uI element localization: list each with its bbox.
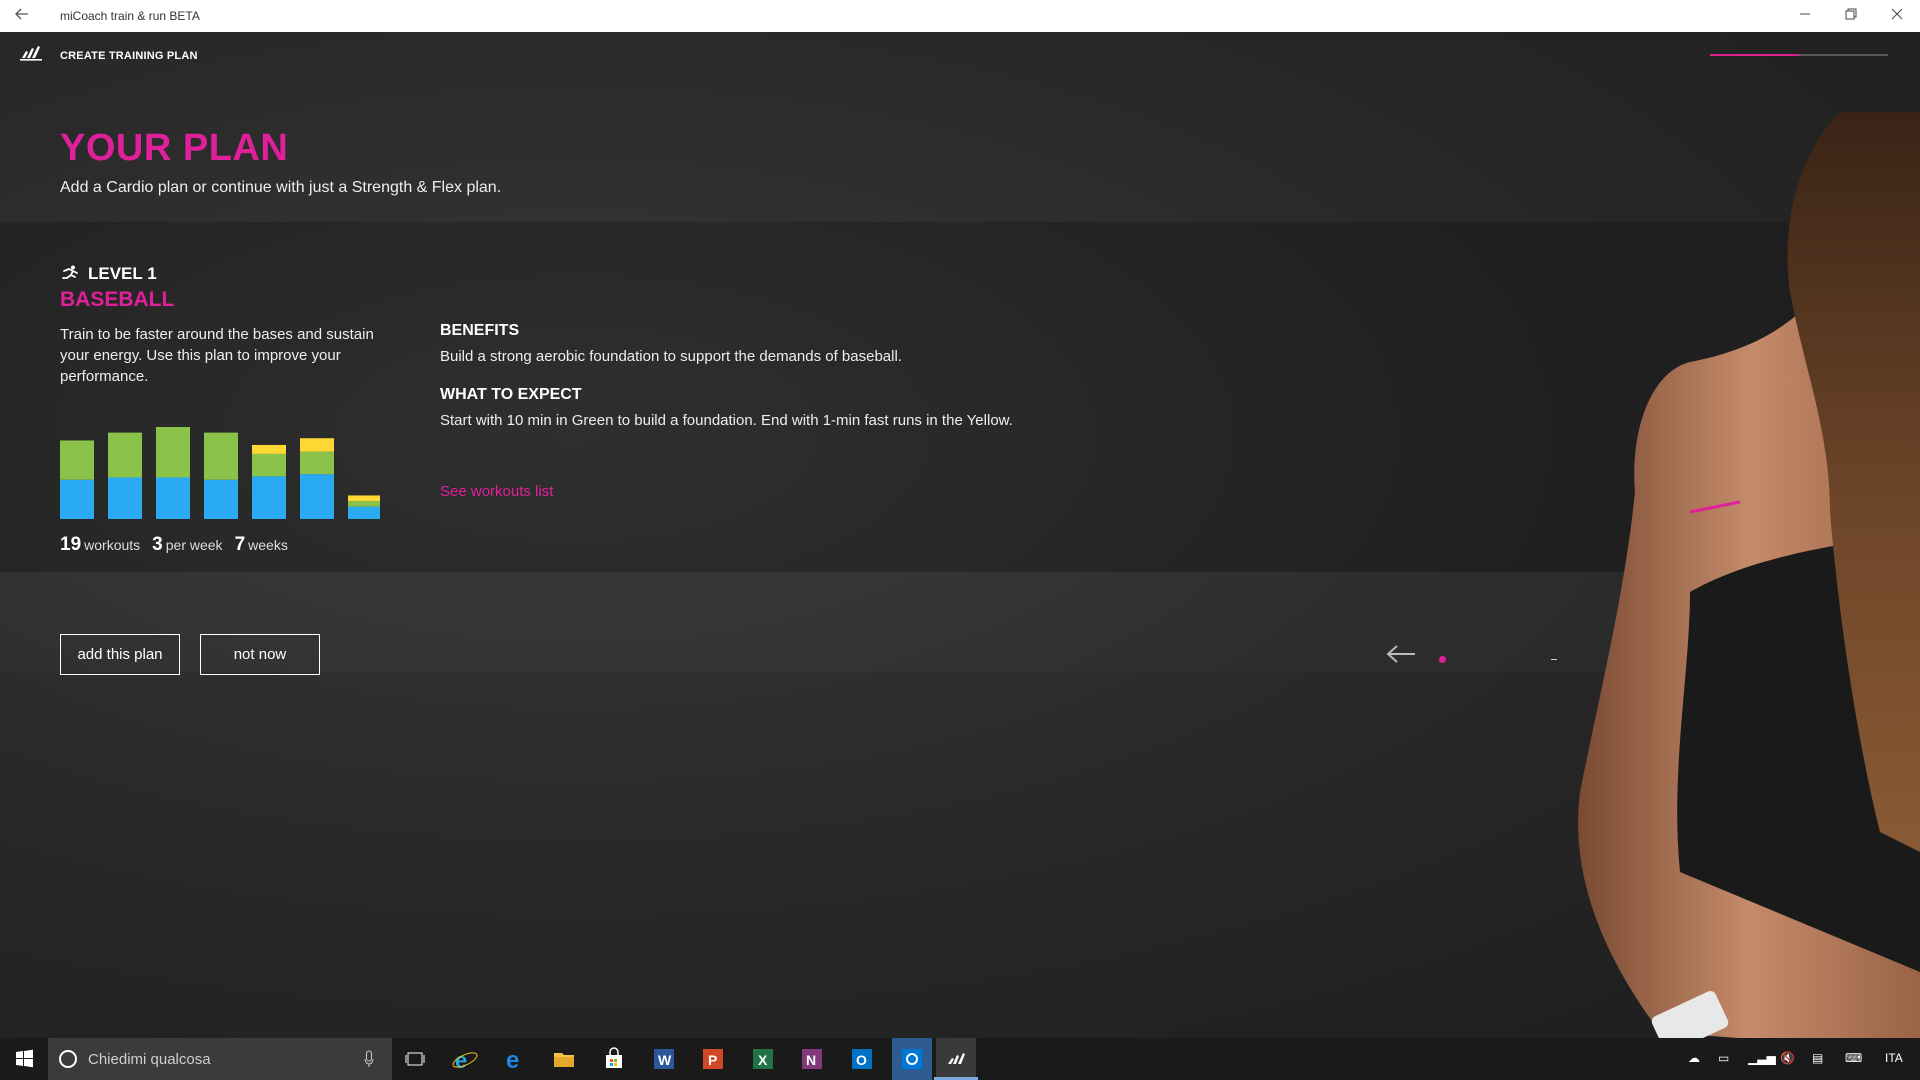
bar-week-4-seg-1 [204, 432, 238, 480]
notification-icon[interactable]: ▤ [1812, 1051, 1823, 1065]
bar-week-2-seg-1 [108, 432, 142, 478]
bar-week-1-seg-1 [60, 440, 94, 480]
bar-week-2-seg-0 [108, 477, 142, 519]
microphone-icon[interactable] [364, 1050, 374, 1068]
outlook-icon[interactable]: O [847, 1044, 877, 1074]
word-icon[interactable]: W [649, 1044, 679, 1074]
taskbar: Chiedimi qualcosa e e W P X N O ☁ ▭ ▁▃▅ … [0, 1038, 1920, 1080]
bar-week-6-seg-2 [300, 438, 334, 452]
svg-text:N: N [806, 1052, 816, 1068]
app-content: CREATE TRAINING PLAN YOUR PLAN Add a Car… [0, 32, 1920, 1038]
bar-week-6-seg-1 [300, 451, 334, 475]
see-workouts-link[interactable]: See workouts list [440, 483, 553, 500]
progress-fill [1710, 54, 1799, 56]
stat-weeks: 7 weeks [234, 534, 288, 555]
network-icon[interactable]: ▁▃▅ [1748, 1051, 1776, 1065]
bar-week-5-seg-0 [252, 476, 286, 519]
file-explorer-icon[interactable] [549, 1044, 579, 1074]
bar-week-6-seg-0 [300, 474, 334, 519]
powerpoint-icon[interactable]: P [698, 1044, 728, 1074]
stat-workouts: 19 workouts [60, 534, 141, 555]
bar-week-5-seg-1 [252, 453, 286, 477]
page-subtitle: Add a Cardio plan or continue with just … [60, 179, 502, 196]
excel-icon[interactable]: X [748, 1044, 778, 1074]
close-icon[interactable] [1874, 0, 1920, 32]
windows-start-icon[interactable] [0, 1038, 48, 1080]
svg-text:e: e [506, 1047, 519, 1074]
title-bar: miCoach train & run BETA [0, 0, 1920, 32]
level-row: LEVEL 1 [60, 264, 157, 284]
keyboard-icon[interactable]: ⌨ [1845, 1051, 1862, 1065]
battery-icon[interactable]: ▭ [1718, 1051, 1729, 1065]
window-title: miCoach train & run BETA [60, 9, 200, 23]
plan-sport: BASEBALL [60, 288, 175, 311]
add-plan-button[interactable]: add this plan [60, 634, 180, 675]
breadcrumb: CREATE TRAINING PLAN [60, 50, 198, 62]
carousel-dot-active[interactable] [1439, 656, 1446, 663]
runner-icon [60, 265, 80, 283]
onedrive-icon[interactable]: ☁ [1688, 1051, 1700, 1065]
edge-icon[interactable]: e [500, 1044, 530, 1074]
internet-explorer-icon[interactable]: e [450, 1044, 480, 1074]
language-indicator[interactable]: ITA [1885, 1051, 1903, 1065]
svg-text:O: O [856, 1052, 867, 1068]
stat-per-week: 3 per week [152, 534, 223, 555]
adidas-logo-icon [18, 46, 44, 62]
bar-week-7-seg-2 [348, 495, 380, 502]
not-now-button[interactable]: not now [200, 634, 320, 675]
bar-week-4-seg-0 [204, 479, 238, 519]
bar-week-5-seg-2 [252, 444, 286, 454]
plan-level: LEVEL 1 [88, 264, 157, 283]
plan-stats: 19 workouts 3 per week 7 weeks [60, 534, 288, 556]
search-box[interactable]: Chiedimi qualcosa [48, 1038, 392, 1080]
volume-muted-icon[interactable]: 🔇 [1780, 1051, 1795, 1065]
task-view-icon[interactable] [400, 1044, 430, 1074]
svg-text:e: e [455, 1048, 467, 1073]
setup-progress-bar [1710, 54, 1888, 56]
adidas-app-icon[interactable] [936, 1038, 976, 1080]
store-icon[interactable] [599, 1044, 629, 1074]
cortana-icon [59, 1050, 77, 1068]
minimize-icon[interactable] [1782, 0, 1828, 32]
svg-text:X: X [758, 1052, 768, 1068]
bar-week-7-seg-1 [348, 501, 380, 507]
svg-text:W: W [658, 1052, 672, 1068]
bar-week-3-seg-0 [156, 477, 190, 519]
weekly-workload-chart [60, 427, 380, 519]
arrow-left-icon[interactable] [1386, 644, 1416, 664]
plan-description: Train to be faster around the bases and … [60, 326, 374, 385]
onenote-icon[interactable]: N [797, 1044, 827, 1074]
back-arrow-icon[interactable] [14, 6, 34, 26]
search-placeholder: Chiedimi qualcosa [88, 1051, 211, 1068]
settings-icon[interactable] [892, 1038, 932, 1080]
svg-text:P: P [708, 1052, 717, 1068]
athlete-photo [1578, 112, 1920, 1038]
benefits-heading: BENEFITS [440, 322, 520, 339]
bar-week-7-seg-0 [348, 506, 380, 519]
bar-week-3-seg-1 [156, 427, 190, 478]
bar-week-1-seg-0 [60, 479, 94, 519]
page-title: YOUR PLAN [60, 127, 289, 169]
expect-heading: WHAT TO EXPECT [440, 386, 582, 403]
expect-text: Start with 10 min in Green to build a fo… [440, 412, 1013, 429]
restore-icon[interactable] [1828, 0, 1874, 32]
benefits-text: Build a strong aerobic foundation to sup… [440, 348, 902, 365]
